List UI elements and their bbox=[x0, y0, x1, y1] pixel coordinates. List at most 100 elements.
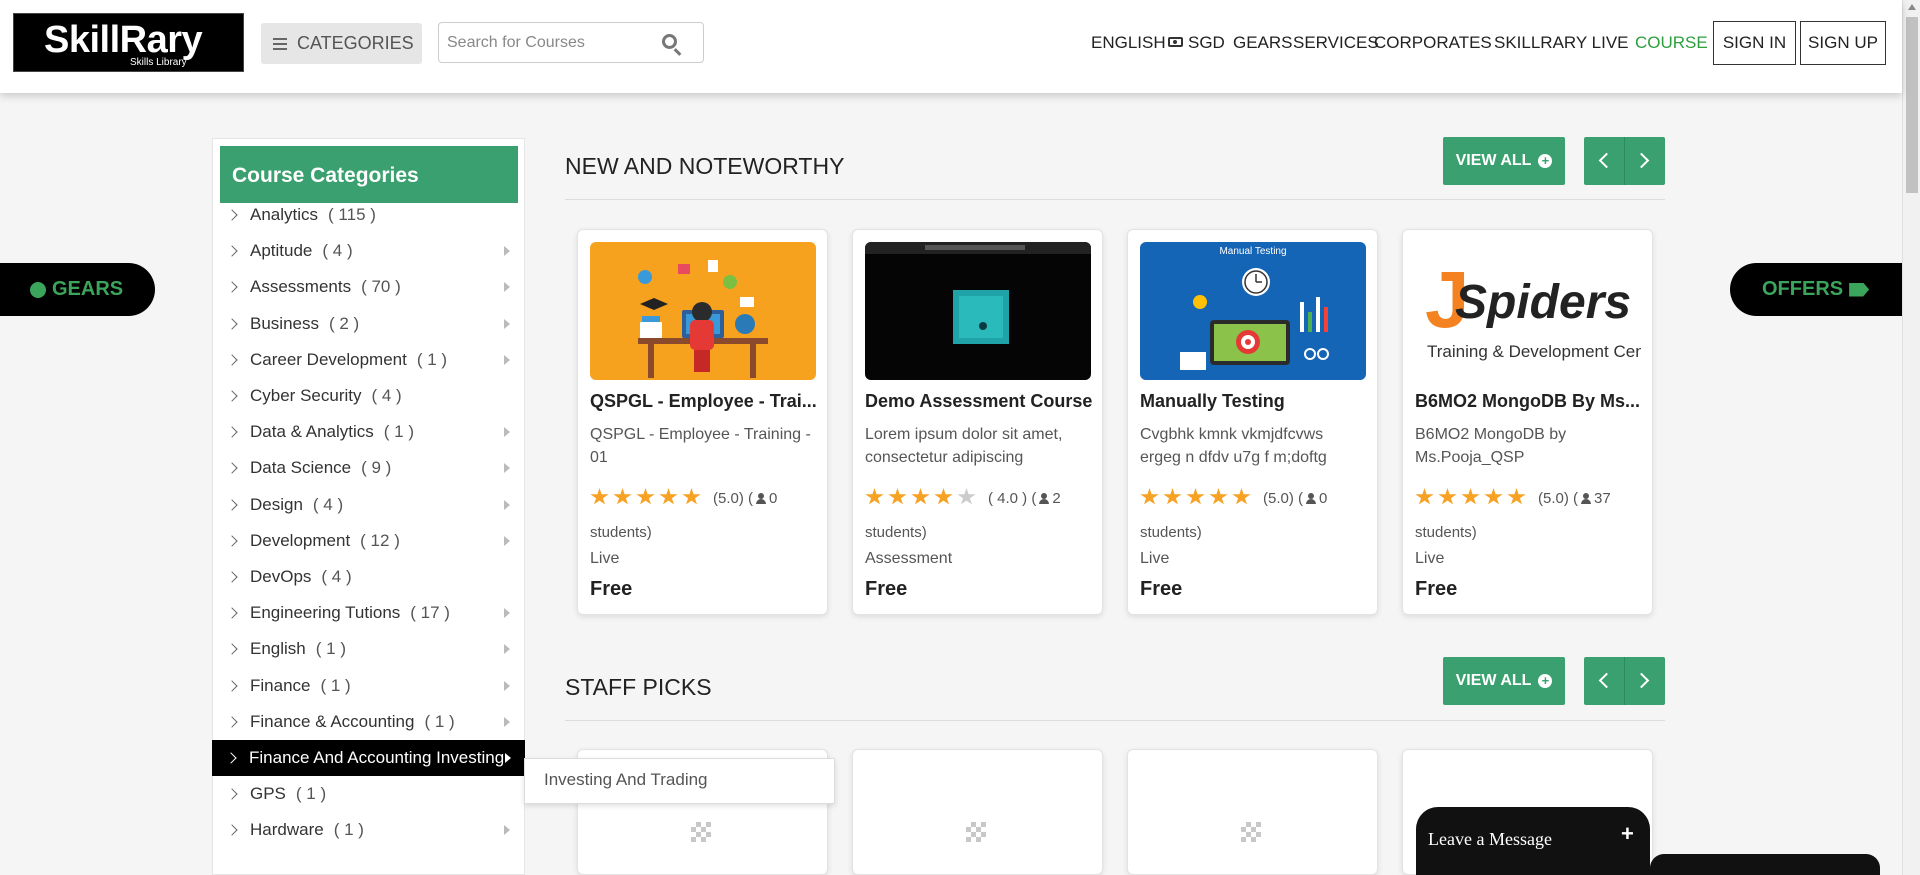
sidebar-category-item[interactable]: DevOps ( 4 ) bbox=[213, 559, 524, 595]
section-title-staff-picks: STAFF PICKS bbox=[565, 674, 712, 700]
search-icon[interactable] bbox=[662, 34, 677, 49]
scroll-up-arrow-icon[interactable] bbox=[1908, 4, 1916, 10]
page-scrollbar[interactable] bbox=[1902, 0, 1920, 875]
sidebar-category-item[interactable]: Engineering Tutions ( 17 ) bbox=[213, 595, 524, 631]
plus-icon[interactable]: + bbox=[1621, 821, 1634, 847]
chevron-right-icon bbox=[226, 716, 238, 728]
submenu-arrow-icon bbox=[504, 246, 510, 257]
chevron-right-icon[interactable] bbox=[1633, 152, 1650, 169]
sidebar-category-item[interactable]: Analytics ( 115 ) bbox=[213, 197, 524, 233]
scrollbar-thumb[interactable] bbox=[1906, 17, 1918, 193]
nav-english[interactable]: ENGLISH bbox=[1091, 33, 1166, 53]
logo-text-rary: Rary bbox=[119, 19, 203, 61]
course-description: Cvgbhk kmnk vkmjdfcvws ergeg n dfdv u7g … bbox=[1140, 426, 1327, 466]
course-card-loading[interactable] bbox=[852, 749, 1103, 875]
category-label: Finance & Accounting bbox=[250, 711, 415, 731]
course-rating: (5.0) (37 students) bbox=[1415, 482, 1647, 550]
search-input[interactable] bbox=[447, 33, 647, 53]
course-price: Free bbox=[1140, 578, 1183, 600]
course-thumbnail[interactable]: Manual Testing bbox=[1140, 242, 1366, 380]
star-icon bbox=[957, 488, 976, 505]
course-description: QSPGL - Employee - Training - 01 bbox=[590, 426, 811, 466]
sidebar-category-item[interactable]: Assessments ( 70 ) bbox=[213, 269, 524, 305]
sign-up-button[interactable]: SIGN UP bbox=[1800, 21, 1886, 65]
category-label: Business bbox=[250, 313, 319, 333]
sidebar-category-item[interactable]: Business ( 2 ) bbox=[213, 306, 524, 342]
chevron-right-icon bbox=[226, 245, 238, 257]
submenu-arrow-icon bbox=[504, 644, 510, 655]
submenu-item-investing-and-trading[interactable]: Investing And Trading bbox=[524, 758, 835, 804]
course-title[interactable]: QSPGL - Employee - Trai... bbox=[590, 391, 820, 412]
sidebar-category-item[interactable]: Data & Analytics ( 1 ) bbox=[213, 414, 524, 450]
sidebar-category-item[interactable]: Finance & Accounting ( 1 ) bbox=[213, 704, 524, 740]
nav-services[interactable]: SERVICES bbox=[1293, 33, 1379, 53]
course-card[interactable]: J Spiders Training & Development Center B6M… bbox=[1402, 229, 1653, 615]
sidebar-category-item[interactable]: Hardware ( 1 ) bbox=[213, 812, 524, 848]
sidebar-category-item[interactable]: Design ( 4 ) bbox=[213, 487, 524, 523]
sign-in-button[interactable]: SIGN IN bbox=[1713, 21, 1796, 65]
course-description: Lorem ipsum dolor sit amet, consectetur … bbox=[865, 426, 1063, 466]
student-count: 0 bbox=[769, 490, 778, 507]
chat-widget-tab[interactable] bbox=[1650, 854, 1880, 875]
chevron-right-icon bbox=[226, 426, 238, 438]
sidebar-category-item[interactable]: Finance And Accounting Investing bbox=[212, 740, 525, 776]
chevron-left-icon[interactable] bbox=[1598, 152, 1615, 169]
categories-button[interactable]: CATEGORIES bbox=[261, 23, 422, 64]
course-card[interactable]: Demo Assessment Course Lorem ipsum dolor … bbox=[852, 229, 1103, 615]
course-card[interactable]: Manual Testing Manually Testing Cvgbhk kmn… bbox=[1127, 229, 1378, 615]
gear-icon bbox=[30, 281, 46, 298]
gears-side-tab[interactable]: GEARS bbox=[0, 263, 155, 316]
view-all-button-staff[interactable]: VIEW ALL + bbox=[1443, 657, 1565, 705]
rating-value: (5.0) ( bbox=[713, 490, 754, 507]
section-title-new: NEW AND NOTEWORTHY bbox=[565, 153, 845, 179]
students-label: students) bbox=[865, 524, 927, 541]
course-title[interactable]: B6MO2 MongoDB By Ms... bbox=[1415, 391, 1645, 412]
skillrary-logo[interactable]: SkillRary Skills Library bbox=[13, 13, 244, 72]
star-icon bbox=[911, 488, 930, 505]
course-type: Live bbox=[1140, 550, 1170, 567]
sidebar-category-item[interactable]: Career Development ( 1 ) bbox=[213, 342, 524, 378]
sidebar-category-item[interactable]: Aptitude ( 4 ) bbox=[213, 233, 524, 269]
course-thumbnail[interactable] bbox=[590, 242, 816, 380]
course-price: Free bbox=[865, 578, 908, 600]
category-label: DevOps bbox=[250, 567, 312, 586]
course-thumbnail[interactable]: J Spiders Training & Development Center bbox=[1415, 242, 1641, 380]
image-placeholder-icon bbox=[1241, 822, 1261, 842]
plus-circle-icon: + bbox=[1538, 674, 1553, 688]
student-count: 0 bbox=[1319, 490, 1328, 507]
sidebar-category-item[interactable]: English ( 1 ) bbox=[213, 631, 524, 667]
user-icon bbox=[1581, 493, 1592, 504]
sidebar-category-item[interactable]: Cyber Security ( 4 ) bbox=[213, 378, 524, 414]
chevron-right-icon bbox=[226, 535, 238, 547]
course-card-loading[interactable] bbox=[1127, 749, 1378, 875]
rating-value: ( 4.0 ) ( bbox=[988, 490, 1037, 507]
category-label: Engineering Tutions bbox=[250, 603, 401, 623]
sidebar-category-item[interactable]: Data Science ( 9 ) bbox=[213, 450, 524, 486]
sidebar-category-item[interactable]: Finance ( 1 ) bbox=[213, 668, 524, 704]
nav-corporates[interactable]: CORPORATES bbox=[1374, 33, 1492, 53]
category-count: ( 4 ) bbox=[312, 494, 344, 514]
nav-skillrary-live[interactable]: SKILLRARY LIVE bbox=[1494, 33, 1629, 53]
chevron-right-icon[interactable] bbox=[1633, 672, 1650, 689]
course-thumbnail[interactable] bbox=[865, 242, 1091, 380]
view-all-button-new[interactable]: VIEW ALL + bbox=[1443, 137, 1565, 185]
sidebar-category-item[interactable]: Development ( 12 ) bbox=[213, 523, 524, 559]
category-label: Analytics bbox=[250, 205, 319, 224]
course-price: Free bbox=[590, 578, 633, 600]
nav-currency[interactable]: SGD bbox=[1168, 33, 1225, 53]
course-title[interactable]: Manually Testing bbox=[1140, 391, 1370, 412]
chevron-left-icon[interactable] bbox=[1598, 672, 1615, 689]
offers-side-tab[interactable]: OFFERS bbox=[1730, 263, 1902, 316]
nav-course[interactable]: COURSE bbox=[1635, 33, 1708, 53]
course-title[interactable]: Demo Assessment Course bbox=[865, 391, 1095, 412]
category-count: ( 1 ) bbox=[333, 820, 364, 840]
leave-message-chat-widget[interactable]: Leave a Message + bbox=[1416, 807, 1650, 875]
chevron-right-icon bbox=[226, 281, 238, 294]
course-rating: ( 4.0 ) (2 students) bbox=[865, 482, 1097, 550]
submenu-arrow-icon bbox=[504, 354, 510, 365]
category-count: ( 1 ) bbox=[295, 784, 327, 804]
sidebar-category-item[interactable]: GPS ( 1 ) bbox=[213, 776, 524, 812]
nav-gears[interactable]: GEARS bbox=[1233, 33, 1293, 53]
section-divider bbox=[565, 720, 1665, 721]
course-card[interactable]: QSPGL - Employee - Trai... QSPGL - Employ… bbox=[577, 229, 828, 615]
